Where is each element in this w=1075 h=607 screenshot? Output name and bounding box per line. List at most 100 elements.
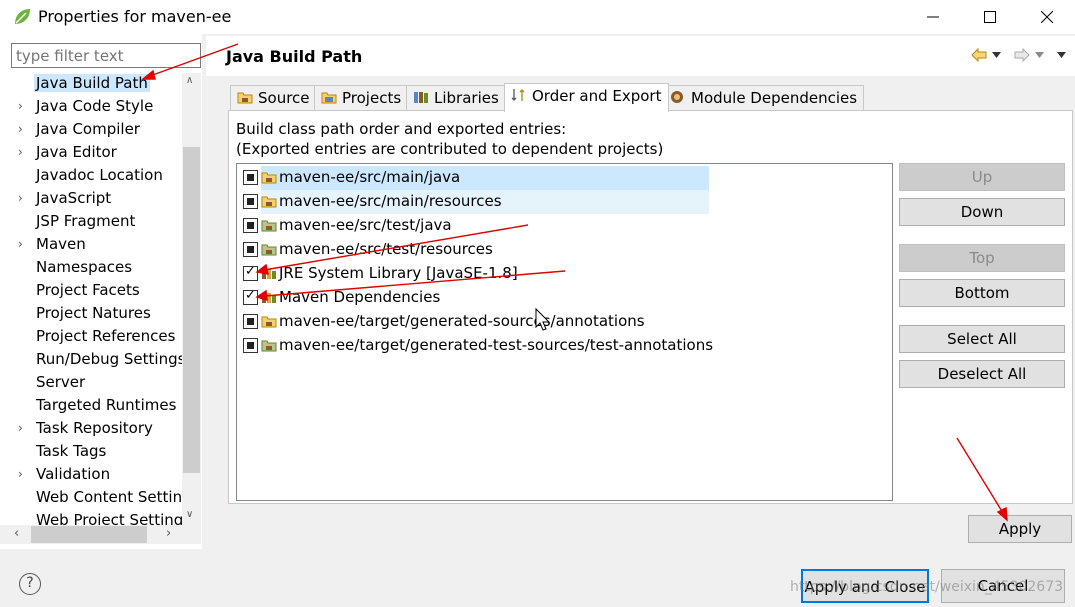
test-folder-icon — [261, 244, 277, 256]
tree-horizontal-scrollbar[interactable]: ‹ › — [0, 525, 201, 544]
entry-label: JRE System Library [JavaSE-1.8] — [279, 264, 518, 282]
forward-menu-chevron-icon[interactable] — [1035, 52, 1044, 58]
expand-arrow-icon[interactable]: › — [18, 467, 30, 483]
scroll-up-icon[interactable]: ∧ — [186, 75, 193, 86]
tree-item-task-repository[interactable]: › Task Repository — [0, 418, 182, 441]
back-arrow-icon[interactable] — [971, 48, 987, 62]
expand-arrow-icon[interactable]: › — [18, 191, 30, 207]
tree-item-label: Project Natures — [36, 304, 151, 322]
expand-arrow-icon[interactable]: › — [18, 145, 30, 161]
view-menu-chevron-icon[interactable] — [1057, 52, 1066, 58]
list-item[interactable]: ✓ Maven Dependencies — [237, 286, 892, 310]
tree-item-java-editor[interactable]: › Java Editor — [0, 142, 182, 165]
list-item[interactable]: maven-ee/src/test/resources — [237, 238, 892, 262]
tab-libraries[interactable]: Libraries — [406, 85, 506, 111]
back-menu-chevron-icon[interactable] — [992, 52, 1001, 58]
tree-item-run-debug-settings[interactable]: Run/Debug Settings — [0, 349, 182, 372]
deselect-all-button[interactable]: Deselect All — [899, 360, 1065, 388]
select-all-button[interactable]: Select All — [899, 325, 1065, 353]
scroll-left-icon[interactable]: ‹ — [14, 526, 19, 541]
minimize-button[interactable] — [905, 0, 961, 34]
tab-module-dependencies[interactable]: Module Dependencies — [663, 85, 865, 111]
tree-item-javadoc-location[interactable]: Javadoc Location — [0, 165, 182, 188]
tree-item-web-project-settings[interactable]: Web Project Setting — [0, 510, 182, 525]
list-item[interactable]: maven-ee/src/main/java — [237, 166, 892, 190]
list-item[interactable]: maven-ee/target/generated-sources/annota… — [237, 310, 892, 334]
partial-check-mark — [247, 198, 254, 205]
expand-arrow-icon[interactable]: › — [18, 122, 30, 138]
export-checkbox[interactable] — [243, 314, 258, 329]
tree-item-web-content-settings[interactable]: Web Content Settin — [0, 487, 182, 510]
down-button[interactable]: Down — [899, 198, 1065, 226]
tab-label: Module Dependencies — [691, 89, 858, 107]
dialog-footer: ? Apply and Close Cancel https://blog.cs… — [0, 549, 1075, 607]
filter-input[interactable] — [11, 43, 201, 68]
export-checkbox[interactable] — [243, 218, 258, 233]
entry-label: maven-ee/src/test/java — [279, 216, 452, 234]
tree-item-java-build-path[interactable]: Java Build Path — [0, 73, 182, 96]
tab-source[interactable]: Source — [230, 85, 317, 111]
list-item[interactable]: maven-ee/src/test/java — [237, 214, 892, 238]
description-line: (Exported entries are contributed to dep… — [236, 140, 664, 158]
tree-item-label: Run/Debug Settings — [36, 350, 182, 368]
top-button[interactable]: Top — [899, 244, 1065, 272]
tab-order-and-export[interactable]: Order and Export — [504, 83, 669, 112]
library-icon — [262, 293, 276, 303]
list-item[interactable]: maven-ee/src/main/resources — [237, 190, 892, 214]
tree-item-label: Project Facets — [36, 281, 140, 299]
tree-item-maven[interactable]: › Maven — [0, 234, 182, 257]
help-icon[interactable]: ? — [19, 573, 41, 595]
tab-label: Source — [258, 89, 310, 107]
order-export-icon — [511, 89, 525, 101]
export-checkbox[interactable]: ✓ — [243, 264, 258, 281]
watermark: https://blog.csdn.net/weixin_45302673 — [790, 579, 1064, 595]
left-panel: Java Build Path › Java Code Style › Java… — [0, 34, 202, 549]
scroll-right-icon[interactable]: › — [166, 526, 171, 541]
classpath-entries-list[interactable]: maven-ee/src/main/java maven-ee/src/main… — [236, 163, 893, 501]
tree-item-server[interactable]: Server — [0, 372, 182, 395]
maximize-icon — [984, 11, 996, 23]
tree-item-jsp-fragment[interactable]: JSP Fragment — [0, 211, 182, 234]
source-folder-icon — [261, 316, 277, 328]
tree-item-project-references[interactable]: Project References — [0, 326, 182, 349]
tree-item-task-tags[interactable]: Task Tags — [0, 441, 182, 464]
tree-item-label: Web Content Settin — [36, 488, 182, 506]
button-label: Apply — [998, 520, 1042, 538]
scroll-down-icon[interactable]: ∨ — [186, 509, 193, 520]
apply-button[interactable]: Apply — [968, 515, 1072, 543]
export-checkbox[interactable] — [243, 338, 258, 353]
tree-item-validation[interactable]: › Validation — [0, 464, 182, 487]
forward-arrow-icon[interactable] — [1014, 48, 1030, 62]
entry-label: maven-ee/target/generated-test-sources/t… — [279, 336, 714, 354]
list-item[interactable]: maven-ee/target/generated-test-sources/t… — [237, 334, 892, 358]
projects-icon — [321, 92, 337, 104]
list-item[interactable]: ✓ JRE System Library [JavaSE-1.8] — [237, 262, 892, 286]
export-checkbox[interactable]: ✓ — [243, 288, 258, 305]
tree-item-java-compiler[interactable]: › Java Compiler — [0, 119, 182, 142]
bottom-button[interactable]: Bottom — [899, 279, 1065, 307]
up-button[interactable]: Up — [899, 163, 1065, 191]
tree-vertical-scrollbar[interactable]: ∧ ∨ — [182, 73, 201, 525]
maximize-button[interactable] — [962, 0, 1018, 34]
tree-item-project-facets[interactable]: Project Facets — [0, 280, 182, 303]
expand-arrow-icon[interactable]: › — [18, 237, 30, 253]
tree-item-label: JSP Fragment — [36, 212, 136, 230]
tree-item-java-code-style[interactable]: › Java Code Style — [0, 96, 182, 119]
tree-item-label: Maven — [36, 235, 86, 253]
tree-item-project-natures[interactable]: Project Natures — [0, 303, 182, 326]
expand-arrow-icon[interactable]: › — [18, 99, 30, 115]
tree-item-namespaces[interactable]: Namespaces — [0, 257, 182, 280]
tree-item-javascript[interactable]: › JavaScript — [0, 188, 182, 211]
export-checkbox[interactable] — [243, 194, 258, 209]
tree-item-label: JavaScript — [36, 189, 112, 207]
export-checkbox[interactable] — [243, 170, 258, 185]
expand-arrow-icon[interactable]: › — [18, 421, 30, 437]
close-button[interactable] — [1019, 0, 1075, 34]
tree-item-targeted-runtimes[interactable]: Targeted Runtimes — [0, 395, 182, 418]
entry-label: maven-ee/src/main/java — [279, 168, 461, 186]
button-label: Up — [971, 168, 993, 186]
export-checkbox[interactable] — [243, 242, 258, 257]
scrollbar-thumb[interactable] — [183, 147, 200, 473]
tab-projects[interactable]: Projects — [314, 85, 409, 111]
scrollbar-thumb[interactable] — [31, 526, 147, 543]
